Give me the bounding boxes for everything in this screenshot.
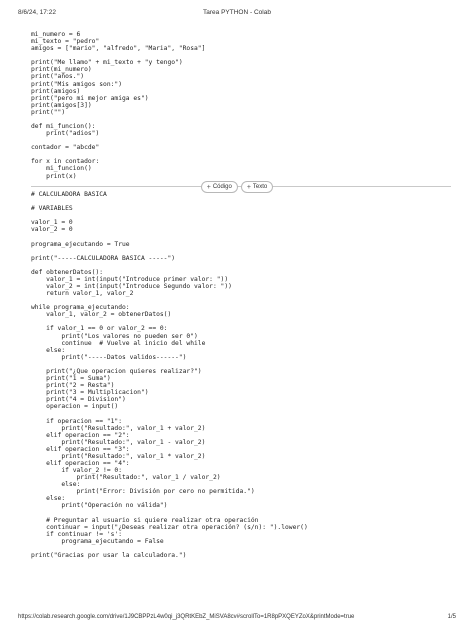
code-line: print(mi_numero) xyxy=(31,66,92,74)
code-line: def mi_funcion(): xyxy=(31,123,96,131)
code-line: if valor_1 == 0 or valor_2 == 0: xyxy=(31,325,168,333)
code-line: print(x) xyxy=(31,172,77,180)
code-line: amigos = ["mario", "alfredo", "Maria", "… xyxy=(31,45,206,53)
print-title: Tarea PYTHON - Colab xyxy=(203,9,271,16)
print-url: https://colab.research.google.com/drive/… xyxy=(18,614,355,620)
code-line: contador = "abcde" xyxy=(31,144,100,152)
code-line: print("-----CALCULADORA BASICA -----") xyxy=(31,254,176,262)
code-line: elif operacion == "3": xyxy=(31,445,130,453)
code-line: print("Resultado:", valor_1 * valor_2) xyxy=(31,452,206,460)
plus-icon: + xyxy=(246,183,251,191)
code-line: programa_ejecutando = True xyxy=(31,240,130,248)
code-line: print("4 = Division") xyxy=(31,396,126,404)
code-line: valor_1, valor_2 = obtenerDatos() xyxy=(31,311,172,319)
code-line: print(amigos[3]) xyxy=(31,101,92,109)
code-line: return valor_1, valor_2 xyxy=(31,290,134,298)
code-line: valor_1 = int(input("Introduce primer va… xyxy=(31,275,229,283)
code-line: valor_2 = int(input("Introduce Segundo v… xyxy=(31,283,232,291)
code-line: print("¿Que operacion quieres realizar?"… xyxy=(31,367,202,375)
print-header: 8/6/24, 17:22 Tarea PYTHON - Colab xyxy=(0,9,474,21)
code-line: print("Operación no válida") xyxy=(31,502,168,510)
code-line: print("pero mi mejor amiga es") xyxy=(31,94,149,102)
code-line: print("Mis amigos son:") xyxy=(31,80,122,88)
code-line: # Preguntar al usuario si quiere realiza… xyxy=(31,516,259,524)
code-line: valor_2 = 0 xyxy=(31,226,73,234)
code-line: # CALCULADORA BASICA xyxy=(31,191,107,198)
code-line: print("Gracias por usar la calculadora."… xyxy=(31,551,187,559)
code-line: print("Resultado:", valor_1 / valor_2) xyxy=(31,474,221,482)
code-line: mi_texto = "pedro" xyxy=(31,38,100,46)
code-line: print("3 = Multiplicacion") xyxy=(31,389,149,397)
code-line: while programa_ejecutando: xyxy=(31,304,130,312)
code-line: for x in contador: xyxy=(31,158,100,166)
code-line: print("") xyxy=(31,108,66,116)
code-line: print("-----Datos validos------") xyxy=(31,353,187,361)
code-line: print("2 = Resta") xyxy=(31,382,115,390)
add-code-label: Código xyxy=(212,184,232,190)
add-text-label: Texto xyxy=(252,184,268,190)
code-cell-2[interactable]: # CALCULADORA BASICA # VARIABLES valor_1 =… xyxy=(31,191,451,559)
code-line: mi_funcion() xyxy=(31,165,92,173)
code-line: valor_1 = 0 xyxy=(31,219,73,227)
code-line: if operacion == "1": xyxy=(31,417,122,425)
code-line: continuar = input("¿Deseas realizar otra… xyxy=(31,523,308,531)
code-line: print("Los valores no pueden ser 0") xyxy=(31,332,198,340)
code-line: def obtenerDatos(): xyxy=(31,268,104,276)
code-line: if continuar != 's': xyxy=(31,530,122,538)
code-line: print("adios") xyxy=(31,130,100,138)
code-line: print("Resultado:", valor_1 - valor_2) xyxy=(31,438,206,446)
code-line: # VARIABLES xyxy=(31,205,73,213)
print-page-number: 1/5 xyxy=(447,614,456,620)
code-line: programa_ejecutando = False xyxy=(31,537,164,545)
print-footer: https://colab.research.google.com/drive/… xyxy=(0,614,474,626)
code-line: elif operacion == "4": xyxy=(31,459,130,467)
code-line: else: xyxy=(31,346,66,354)
code-line: print("1 = Suma") xyxy=(31,375,111,383)
code-line: operacion = input() xyxy=(31,403,119,411)
code-line: print("Me llamo" + mi_texto + "y tengo") xyxy=(31,59,183,67)
code-cell-1[interactable]: mi_numero = 6 mi_texto = "pedro" amigos = … xyxy=(31,31,451,180)
plus-icon: + xyxy=(206,183,211,191)
code-line: continue # Vuelve al inicio del while xyxy=(31,339,206,347)
code-line: print("Resultado:", valor_1 + valor_2) xyxy=(31,424,206,432)
code-line: mi_numero = 6 xyxy=(31,31,81,38)
code-line: print(amigos) xyxy=(31,87,81,95)
code-line: elif operacion == "2": xyxy=(31,431,130,439)
code-line: print("años.") xyxy=(31,73,85,81)
code-line: print("Error: División por cero no permi… xyxy=(31,488,255,496)
code-line: if valor_2 != 0: xyxy=(31,467,122,475)
